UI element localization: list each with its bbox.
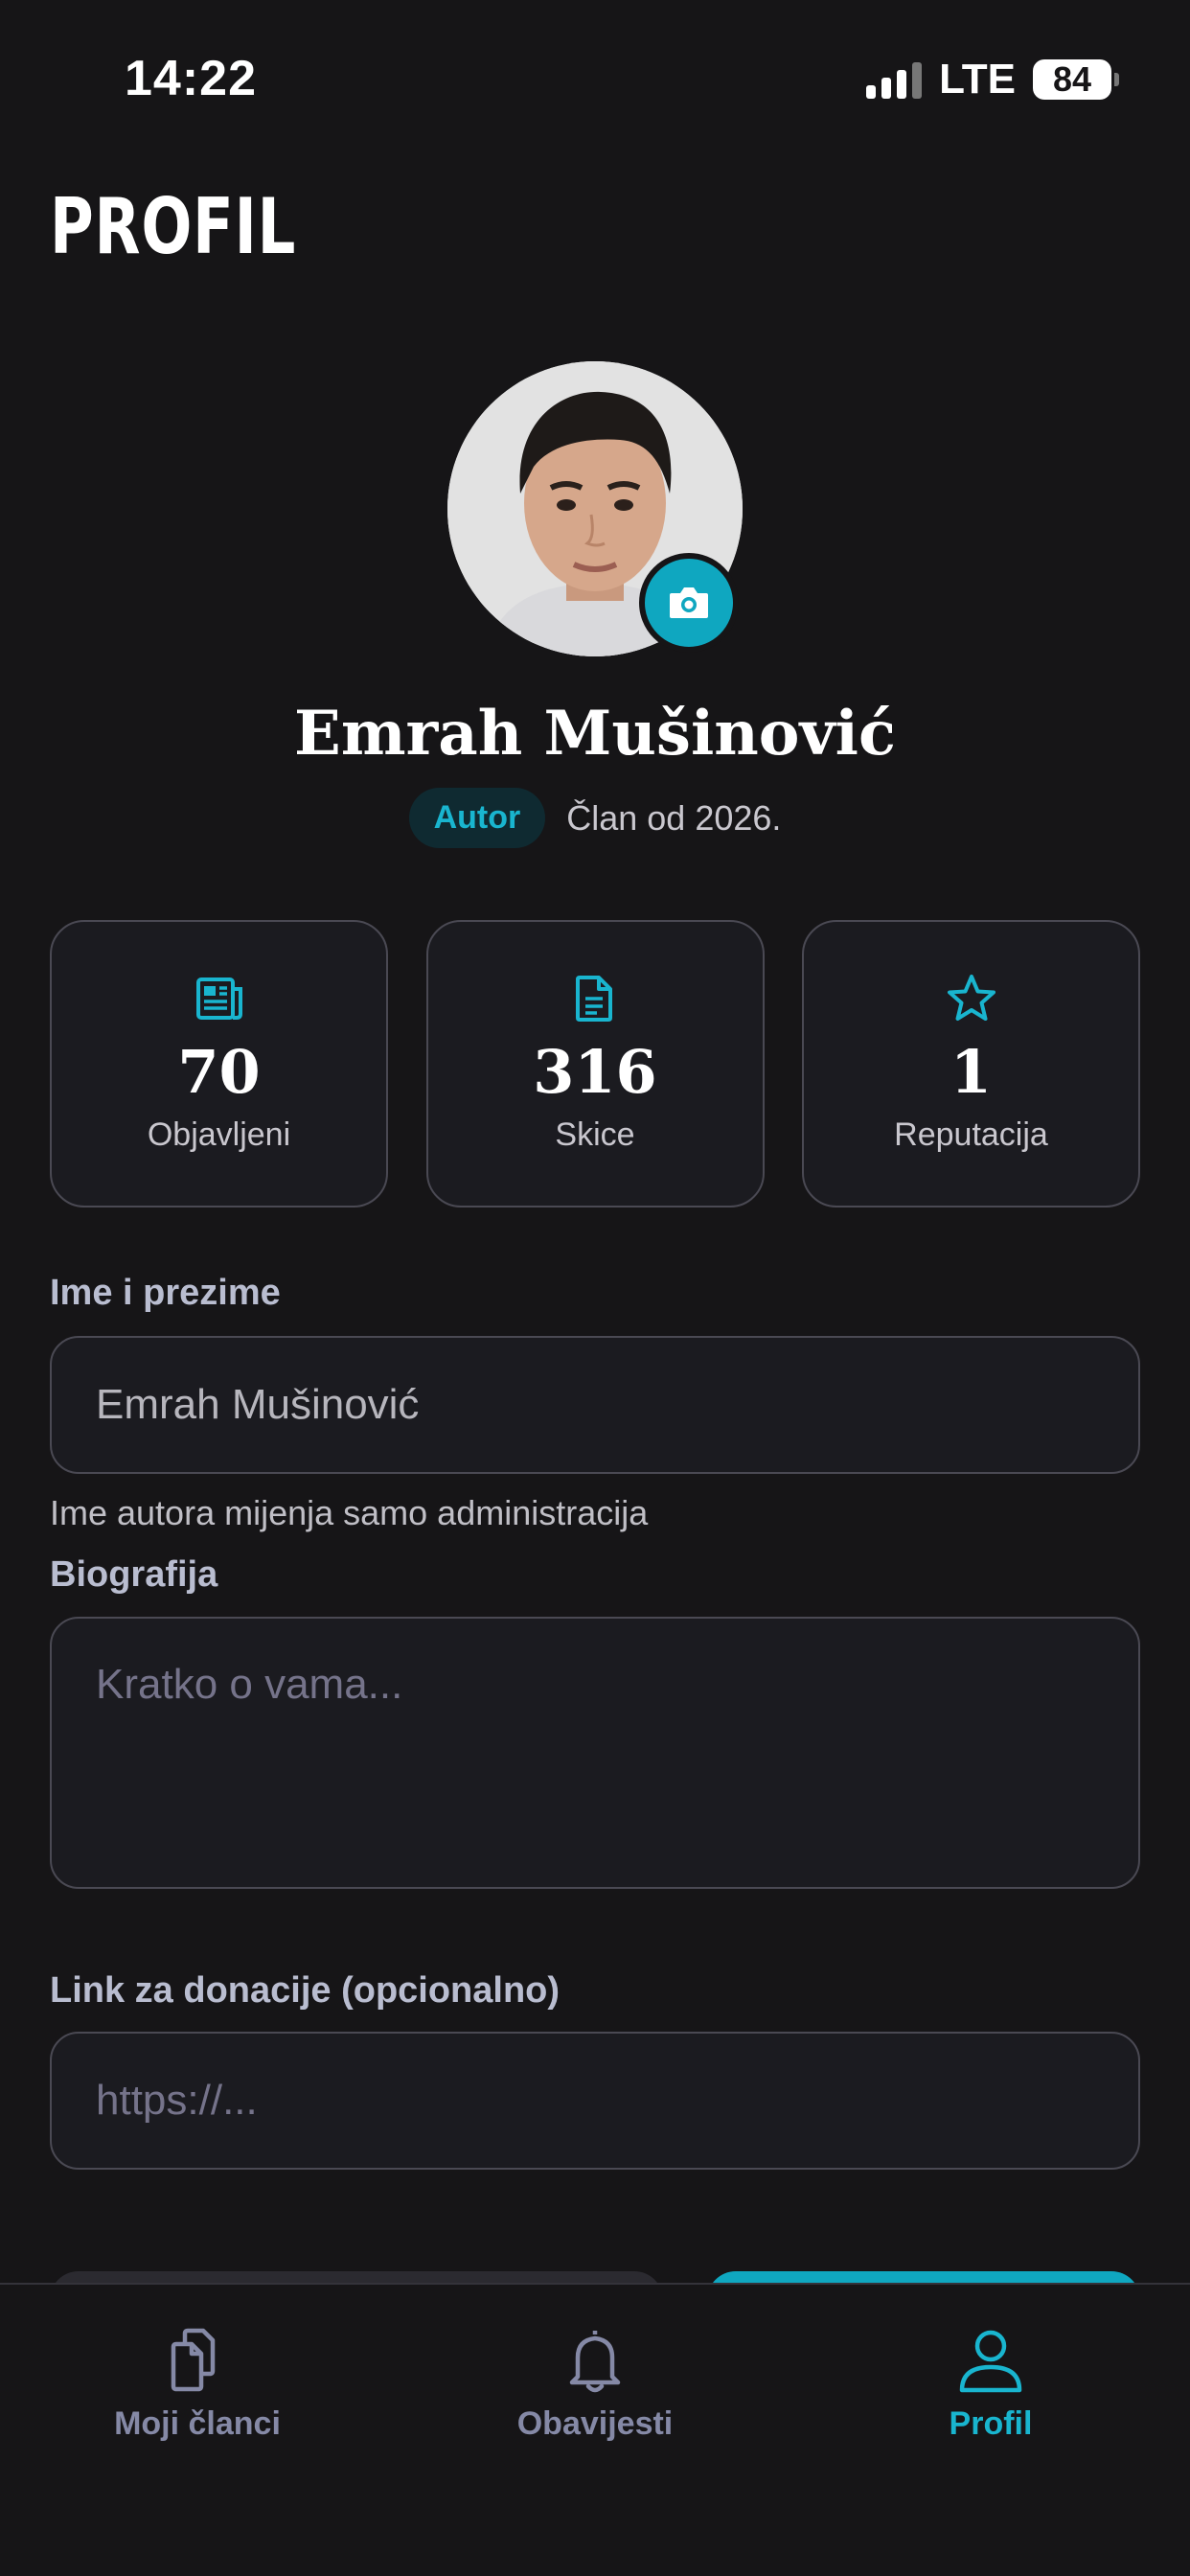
camera-icon — [670, 587, 708, 618]
name-label: Ime i prezime — [50, 1273, 281, 1313]
stat-value: 70 — [177, 1037, 261, 1107]
stat-label: Objavljeni — [147, 1116, 291, 1153]
name-value: Emrah Mušinović — [96, 1381, 420, 1428]
network-type: LTE — [939, 56, 1016, 103]
stat-label: Skice — [555, 1116, 635, 1153]
bottom-nav: Moji članci Obavijesti Profil — [0, 2283, 1190, 2576]
nav-label: Profil — [949, 2405, 1033, 2442]
stat-label: Reputacija — [894, 1116, 1048, 1153]
user-icon — [959, 2330, 1022, 2393]
change-photo-button[interactable] — [639, 553, 739, 653]
profile-screen: 14:22 LTE 84 PROFIL Emrah Mušinović Auto… — [0, 0, 1190, 2576]
battery-icon: 84 — [1033, 59, 1119, 100]
stats-row: 70 Objavljeni 316 Skice 1 Reputacija — [50, 920, 1140, 1208]
donation-field[interactable]: https://... — [50, 2032, 1140, 2170]
documents-icon — [171, 2328, 216, 2392]
battery-level: 84 — [1052, 59, 1092, 99]
document-icon — [576, 976, 612, 1022]
status-time: 14:22 — [125, 51, 257, 106]
stat-card-drafts: 316 Skice — [425, 920, 765, 1208]
stat-value: 316 — [533, 1037, 657, 1107]
profile-name: Emrah Mušinović — [294, 698, 896, 770]
member-since: Član od 2026. — [566, 797, 782, 838]
stat-card-reputation: 1 Reputacija — [802, 920, 1140, 1208]
profile-meta: Autor Član od 2026. — [0, 788, 1190, 848]
donation-label: Link za donacije (opcionalno) — [50, 1970, 561, 2011]
name-hint: Ime autora mijenja samo administracija — [50, 1493, 649, 1532]
nav-item-my-articles[interactable]: Moji članci — [54, 2323, 341, 2443]
bio-field[interactable]: Kratko o vama... — [50, 1617, 1140, 1889]
bell-icon — [569, 2331, 621, 2393]
nav-item-notifications[interactable]: Obavijesti — [451, 2323, 739, 2443]
name-field[interactable]: Emrah Mušinović — [50, 1336, 1140, 1474]
star-icon — [947, 975, 995, 1021]
status-indicators: LTE 84 — [866, 56, 1119, 104]
nav-label: Moji članci — [114, 2405, 281, 2442]
signal-icon — [866, 60, 923, 99]
page-title: PROFIL — [50, 182, 297, 271]
status-bar: 14:22 LTE 84 — [0, 0, 1190, 144]
bio-label: Biografija — [50, 1554, 218, 1595]
nav-item-profile[interactable]: Profil — [847, 2323, 1134, 2443]
role-badge: Autor — [408, 788, 546, 848]
stat-value: 1 — [950, 1037, 993, 1107]
nav-label: Obavijesti — [516, 2405, 674, 2442]
stat-card-published: 70 Objavljeni — [50, 920, 388, 1208]
newspaper-icon — [195, 978, 242, 1020]
donation-placeholder: https://... — [96, 2077, 258, 2124]
bio-placeholder: Kratko o vama... — [96, 1661, 403, 1708]
